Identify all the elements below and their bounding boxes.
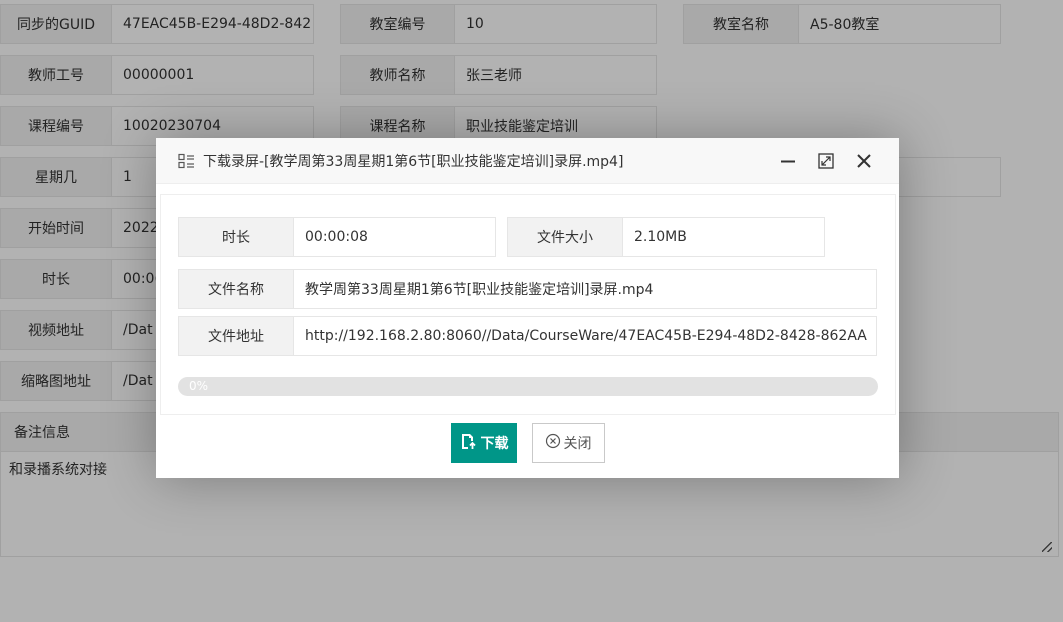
dialog-row-file-name: 文件名称 教学周第33周星期1第6节[职业技能鉴定培训]录屏.mp4 xyxy=(178,269,877,309)
duration-value[interactable]: 00:00:08 xyxy=(294,217,496,257)
download-progress-bar: 0% xyxy=(178,377,878,396)
download-button-label: 下载 xyxy=(480,436,509,452)
file-url-value[interactable]: http://192.168.2.80:8060//Data/CourseWar… xyxy=(294,316,877,356)
file-name-value[interactable]: 教学周第33周星期1第6节[职业技能鉴定培训]录屏.mp4 xyxy=(294,269,877,309)
dialog-header[interactable]: 下载录屏-[教学周第33周星期1第6节[职业技能鉴定培训]录屏.mp4] xyxy=(156,138,899,184)
download-dialog: 下载录屏-[教学周第33周星期1第6节[职业技能鉴定培训]录屏.mp4] 时长 … xyxy=(156,138,899,478)
dialog-row-file-url: 文件地址 http://192.168.2.80:8060//Data/Cour… xyxy=(178,316,877,356)
close-circle-icon xyxy=(545,433,561,453)
dialog-body: 时长 00:00:08 文件大小 2.10MB 文件名称 教学周第33周星期1第… xyxy=(160,194,896,415)
duration-label: 时长 xyxy=(178,217,294,257)
dialog-footer: 下载 关闭 xyxy=(156,423,899,463)
list-icon xyxy=(178,153,195,169)
dialog-tools xyxy=(779,152,873,170)
file-url-label: 文件地址 xyxy=(178,316,294,356)
progress-text: 0% xyxy=(189,379,209,393)
minimize-icon[interactable] xyxy=(779,152,797,170)
download-file-icon xyxy=(460,433,477,454)
dialog-title: 下载录屏-[教学周第33周星期1第6节[职业技能鉴定培训]录屏.mp4] xyxy=(203,153,624,170)
dialog-row-duration: 时长 00:00:08 xyxy=(178,217,496,257)
download-button[interactable]: 下载 xyxy=(450,423,517,463)
close-icon[interactable] xyxy=(855,152,873,170)
dialog-row-file-size: 文件大小 2.10MB xyxy=(507,217,825,257)
file-name-label: 文件名称 xyxy=(178,269,294,309)
close-button[interactable]: 关闭 xyxy=(531,423,605,463)
file-size-label: 文件大小 xyxy=(507,217,623,257)
close-button-label: 关闭 xyxy=(563,436,592,452)
maximize-icon[interactable] xyxy=(817,152,835,170)
file-size-value[interactable]: 2.10MB xyxy=(623,217,825,257)
